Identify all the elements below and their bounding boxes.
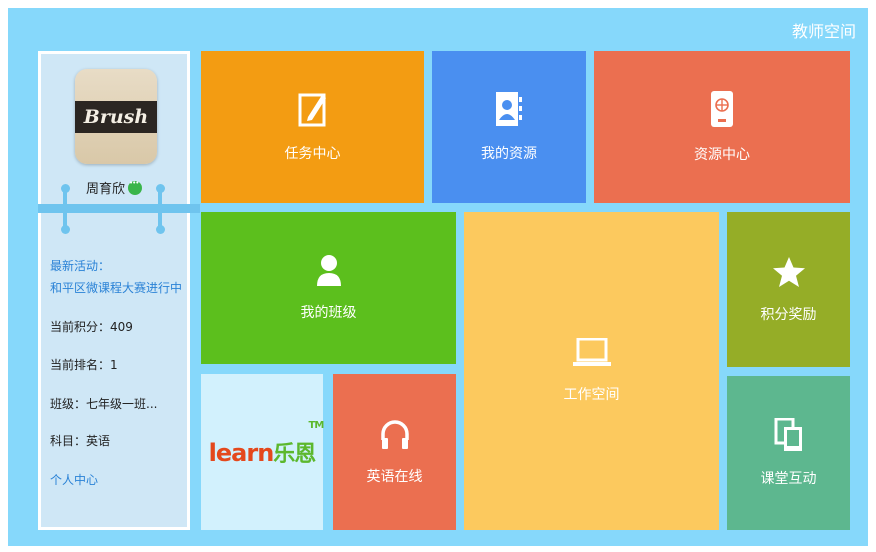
user-name-text: 周育欣 [85,182,125,197]
learn-logo-cn: 乐恩 [273,442,316,467]
avatar[interactable]: Brush [75,69,157,164]
learn-logo-text: learn [208,439,275,467]
user-icon [315,254,343,290]
tile-label: 任务中心 [284,146,341,162]
subject-text: 科目：英语 [50,434,111,448]
tile-classroom-interaction[interactable]: 课堂互动 [727,376,850,530]
points-text: 当前积分：409 [50,320,133,334]
tile-english-online[interactable]: 英语在线 [333,374,456,530]
copy-devices-icon [774,417,804,456]
activity-label: 最新活动： [50,259,111,273]
hanger-rope-right [158,188,162,228]
tile-resource-center[interactable]: 资源中心 [594,51,850,203]
tile-label: 积分奖励 [760,306,817,323]
personal-center-link[interactable]: 个人中心 [50,471,98,488]
page-title: 教师空间 [791,22,856,41]
rank-text: 当前排名：1 [50,358,118,372]
hanger-rope-left [63,188,67,228]
learn-logo-tm: TM [308,420,325,431]
avatar-logo-text: Brush [75,101,157,133]
tile-points-rewards[interactable]: 积分奖励 [727,212,850,367]
hanger-knob-right-bottom [156,225,165,234]
tile-label: 课堂互动 [760,471,817,487]
tile-work-space[interactable]: 工作空间 [464,212,719,530]
tile-label: 资源中心 [694,147,750,163]
tile-learn-logo[interactable]: learn乐恩 TM [201,374,325,530]
tile-my-class[interactable]: 我的班级 [201,212,456,364]
class-text: 班级：七年级一班... [50,397,158,411]
tile-label: 英语在线 [366,469,423,485]
tile-my-resources[interactable]: 我的资源 [432,51,586,203]
hanger-knob-left-top [61,184,70,193]
edit-note-icon [298,91,328,131]
mobile-device-icon [710,90,734,132]
hanger-knob-left-bottom [61,225,70,234]
laptop-icon [572,337,611,372]
tile-label: 工作空间 [563,387,620,403]
tile-label: 我的班级 [300,305,357,321]
contact-book-icon [494,91,524,131]
tile-task-center[interactable]: 任务中心 [201,51,424,203]
learn-logo: learn乐恩 TM [208,420,325,468]
hanger-knob-right-top [156,184,165,193]
tile-label: 我的资源 [481,146,537,162]
headphones-icon [379,418,411,454]
chat-bubble-icon[interactable] [128,179,142,195]
star-icon [772,256,806,292]
activity-link[interactable]: 和平区微课程大赛进行中 [50,277,182,299]
